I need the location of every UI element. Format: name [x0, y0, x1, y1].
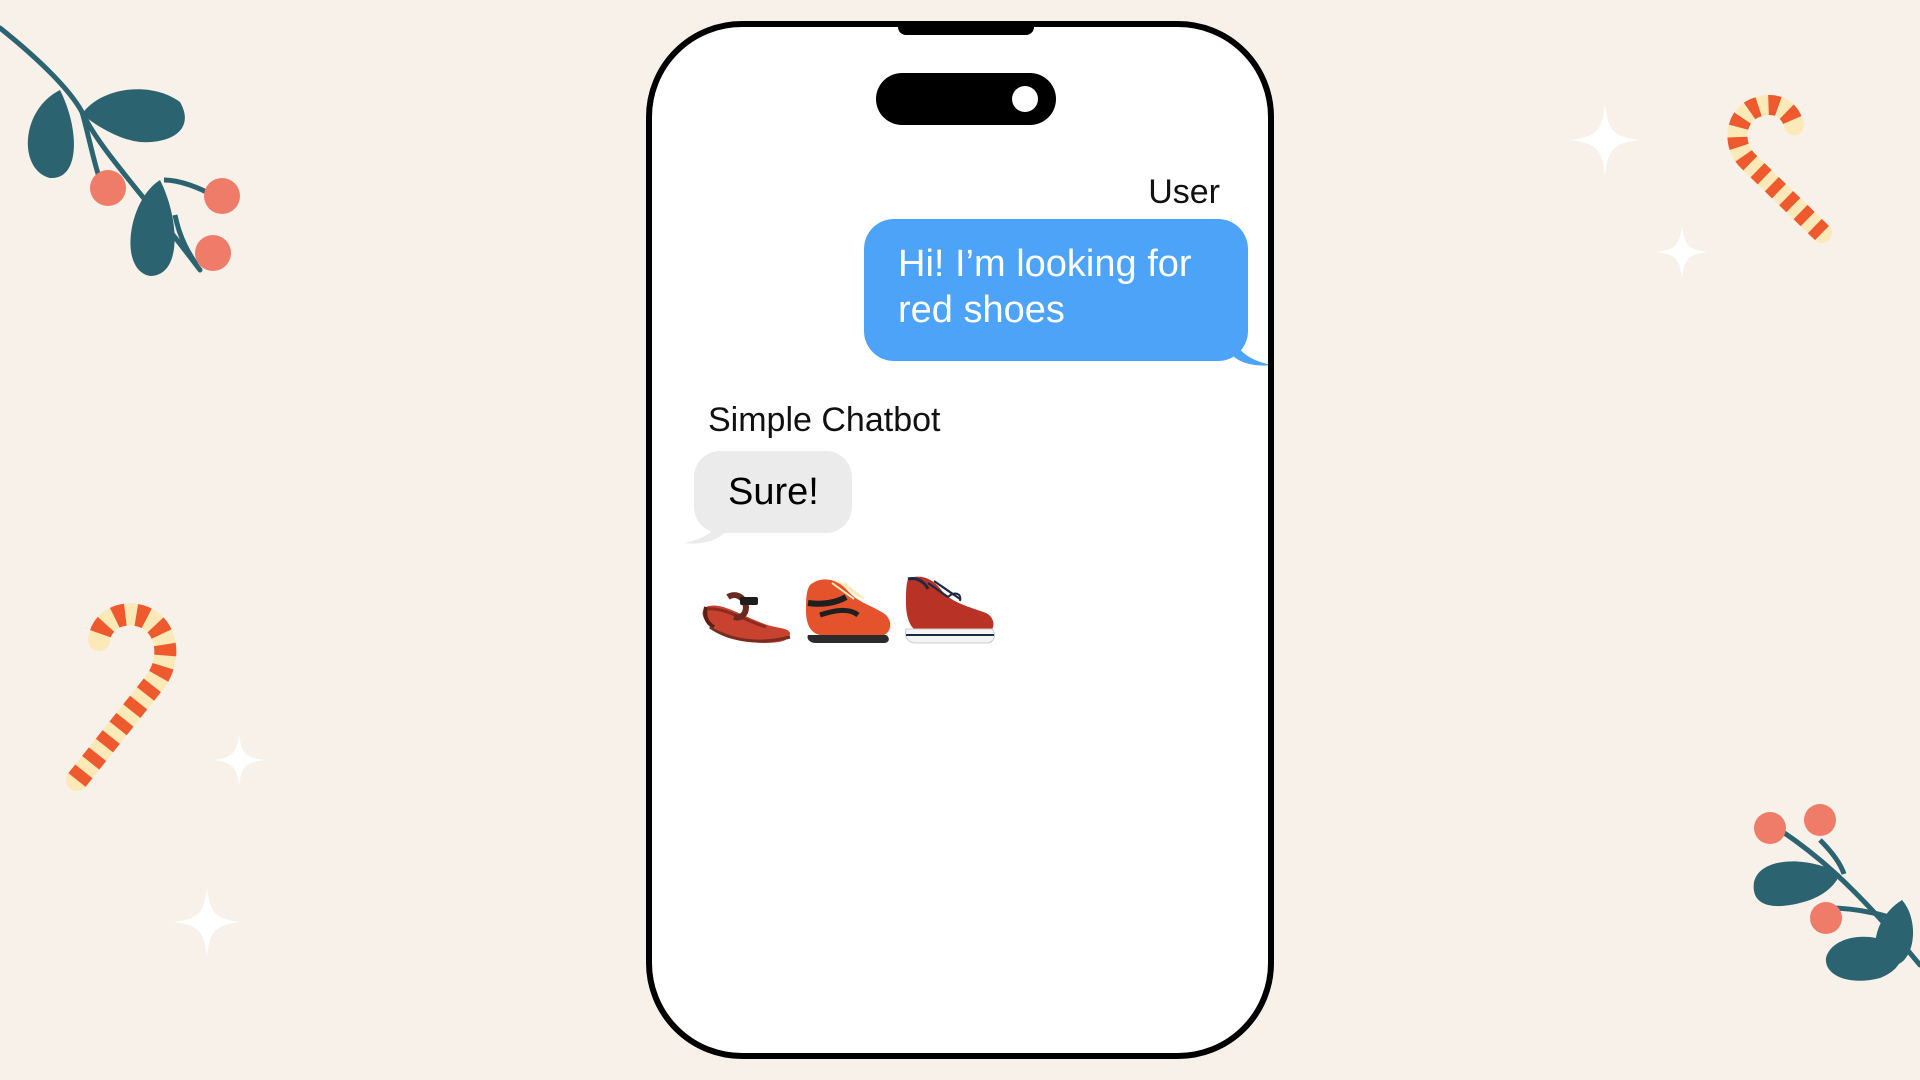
user-message-bubble[interactable]: Hi! I’m looking for red shoes — [864, 219, 1248, 361]
mistletoe-branch-icon — [1753, 804, 1920, 981]
sparkle-icon — [213, 734, 265, 786]
bot-sender-label: Simple Chatbot — [708, 401, 941, 439]
camera-icon — [1012, 86, 1038, 112]
red-sneaker-icon[interactable] — [802, 563, 894, 653]
mistletoe-branch-icon — [0, 25, 240, 276]
dynamic-island — [876, 73, 1056, 125]
phone-frame: User Hi! I’m looking for red shoes Simpl… — [646, 21, 1274, 1059]
candy-cane-icon — [1727, 95, 1832, 243]
sparkle-icon — [173, 888, 241, 956]
red-canvas-shoe-icon[interactable] — [904, 563, 996, 653]
user-bubble-tail — [1232, 337, 1268, 366]
user-sender-label: User — [1148, 173, 1220, 211]
stage: User Hi! I’m looking for red shoes Simpl… — [0, 0, 1920, 1080]
product-results — [700, 563, 1000, 653]
sparkle-icon — [1570, 105, 1640, 175]
phone-top-notch — [898, 27, 1034, 35]
red-sandal-icon[interactable] — [700, 563, 792, 653]
bot-bubble-tail — [684, 515, 724, 544]
sparkle-icon — [1656, 226, 1708, 278]
candy-cane-icon — [66, 603, 177, 791]
